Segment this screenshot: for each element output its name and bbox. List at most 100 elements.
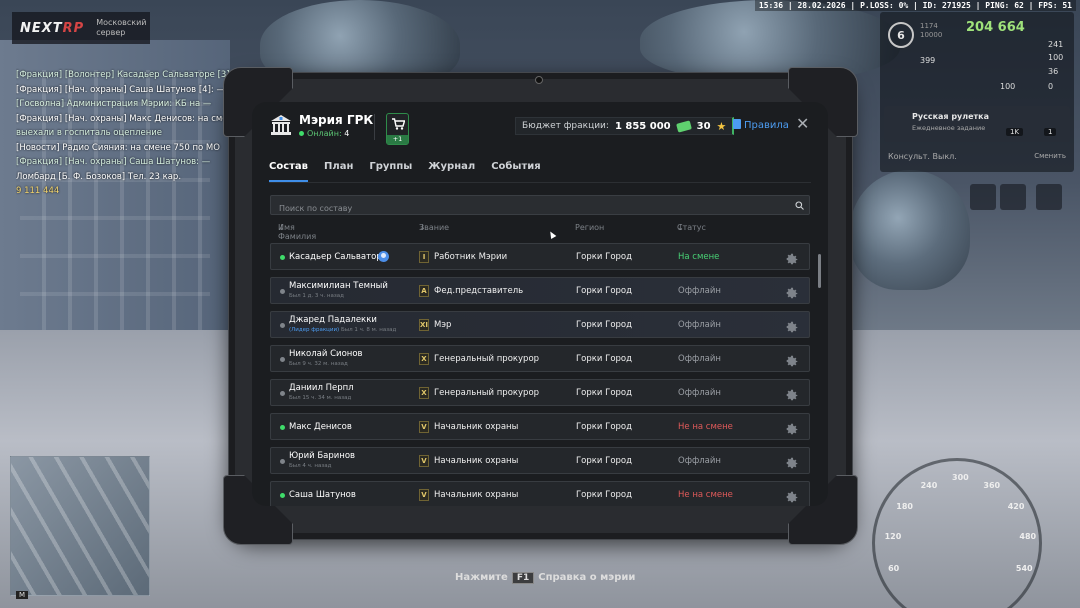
member-status: Оффлайн	[678, 354, 721, 364]
member-status: На смене	[678, 252, 720, 262]
gear-icon[interactable]	[785, 454, 799, 469]
gear-icon[interactable]	[785, 386, 799, 401]
gear-icon[interactable]	[785, 420, 799, 435]
divider	[374, 114, 375, 140]
table-row[interactable]: Максимилиан Темный Был 1 д. 3 ч. назад A Фе…	[270, 277, 810, 304]
money-value: 204 664	[966, 20, 1025, 35]
member-region: Горки Город	[576, 320, 632, 330]
star-icon: ★	[716, 119, 727, 133]
speed-tick-label: 300	[952, 473, 969, 482]
tab-1[interactable]: Состав	[269, 161, 309, 182]
table-row[interactable]: Джаред Падалекки (Лидер фракции) Был 1 ч.…	[270, 311, 810, 338]
chat-log: [Фракция] [Волонтер] Касадьер Сальваторе…	[16, 68, 231, 199]
budget-label: Бюджет фракции:	[522, 121, 609, 131]
gear-icon[interactable]	[785, 318, 799, 333]
member-region: Горки Город	[576, 354, 632, 364]
rank-insignia-icon: X	[419, 353, 429, 365]
rank-insignia-icon: V	[419, 455, 429, 467]
roulette-quest[interactable]: Русская рулетка Ежедневное задание 1K 1	[884, 106, 1070, 142]
cash-icon	[675, 119, 692, 133]
online-label: Онлайн:	[307, 129, 342, 138]
rank-insignia-icon: I	[419, 251, 429, 263]
gear-icon[interactable]	[785, 488, 799, 503]
server-name: Московский сервер	[96, 18, 147, 37]
speed-tick-label: 360	[983, 480, 1001, 490]
help-hint: Нажмите F1 Справка о мэрии	[455, 572, 635, 584]
speed-tick-label: 540	[1015, 564, 1033, 574]
status-dot-icon	[280, 391, 285, 396]
tablet-camera	[535, 76, 543, 84]
member-rank: Генеральный прокурор	[434, 388, 540, 398]
tab-3[interactable]: Группы	[369, 161, 412, 182]
online-count: 4	[344, 129, 350, 138]
member-region: Горки Город	[576, 456, 632, 466]
shop-button[interactable]: +1	[386, 113, 409, 145]
member-region: Горки Город	[576, 490, 632, 500]
status-dot-icon	[280, 323, 285, 328]
online-indicator: Онлайн: 4	[299, 129, 349, 138]
change-button[interactable]: Сменить	[1034, 152, 1066, 160]
hud-stats-panel: 6 1174 10000 204 664 241 100 36 399 100 0…	[880, 12, 1074, 172]
search-box	[270, 195, 810, 218]
table-row[interactable]: Николай Сионов Был 9 ч. 32 м. назад X Генер…	[270, 345, 810, 372]
brand-logo: NEXTRP	[20, 20, 85, 36]
chat-line: [Новости] Радио Сияния: на смене 750 по …	[16, 142, 220, 153]
stat-armor: 100	[1048, 53, 1064, 62]
member-name: Даниил Перпл	[289, 383, 354, 393]
tab-5[interactable]: События	[491, 161, 540, 182]
server-logo: NEXTRP Московский сервер	[12, 12, 150, 44]
member-region: Горки Город	[576, 252, 632, 262]
last-seen: Был 4 ч. назад	[289, 463, 332, 469]
member-rank: Работник Мэрии	[434, 252, 508, 262]
member-name: Максимилиан Темный	[289, 281, 388, 291]
member-name: Саша Шатунов	[289, 490, 356, 500]
notification-bell-icon[interactable]	[1036, 184, 1062, 210]
member-status: Оффлайн	[678, 456, 721, 466]
chat-line: [Фракция] [Нач. охраны] Макс Денисов: на…	[16, 113, 231, 124]
user-profile-icon[interactable]	[378, 251, 389, 262]
member-status: Оффлайн	[678, 320, 721, 330]
document-icon	[733, 119, 741, 129]
rank-insignia-icon: V	[419, 421, 429, 433]
rank-insignia-icon: A	[419, 285, 429, 297]
hud-quick-icon[interactable]	[970, 184, 996, 210]
scrollbar[interactable]	[818, 254, 821, 288]
table-row[interactable]: Юрий Баринов Был 4 ч. назад V Начальник охр…	[270, 447, 810, 474]
member-rank: Мэр	[434, 320, 452, 330]
members-table: Касадьер Сальваторе I Работник Мэрии Горки …	[270, 243, 810, 506]
speed-tick-label: 60	[888, 564, 900, 574]
table-row[interactable]: Макс Денисов V Начальник охраны Горки Город…	[270, 413, 810, 440]
rules-link[interactable]: Правила	[733, 119, 789, 131]
hint-text: Справка о мэрии	[538, 572, 636, 583]
faction-title: Мэрия ГРК	[299, 113, 374, 127]
rank-insignia-icon: V	[419, 489, 429, 501]
close-button[interactable]: ✕	[796, 116, 809, 132]
speed-tick-label: 120	[884, 532, 902, 542]
search-icon[interactable]	[795, 201, 804, 210]
faction-budget: Бюджет фракции: 1 855 000 30 ★	[515, 117, 735, 135]
minimap	[10, 456, 150, 596]
speed-tick-label: 240	[920, 480, 938, 490]
member-status: Не на смене	[678, 422, 733, 432]
member-name: Николай Сионов	[289, 349, 363, 359]
gear-icon[interactable]	[785, 284, 799, 299]
table-row[interactable]: Саша Шатунов V Начальник охраны Горки Город…	[270, 481, 810, 506]
consult-status: Консульт. Выкл.	[888, 152, 957, 161]
hud-quick-icon[interactable]	[1000, 184, 1026, 210]
member-status: Не на смене	[678, 490, 733, 500]
gear-icon[interactable]	[785, 250, 799, 265]
table-row[interactable]: Даниил Перпл Был 15 ч. 34 м. назад X Генера…	[270, 379, 810, 406]
chat-line: [Фракция] [Волонтер] Касадьер Сальваторе…	[16, 70, 231, 80]
background-tree	[850, 170, 970, 290]
tab-4[interactable]: Журнал	[428, 161, 475, 182]
roulette-badge: 1K	[1006, 128, 1024, 136]
table-header: Имя Фамилия ↓ Звание ↓ Регион Статус ↓	[278, 223, 706, 241]
roulette-badge: 1	[1044, 128, 1057, 136]
tab-2[interactable]: План	[324, 161, 353, 182]
table-row[interactable]: Касадьер Сальваторе I Работник Мэрии Горки …	[270, 243, 810, 270]
search-input[interactable]	[271, 199, 809, 218]
member-rank: Фед.представитель	[434, 286, 524, 296]
gear-icon[interactable]	[785, 352, 799, 367]
stars-amount: 30	[696, 120, 711, 132]
status-dot-icon	[280, 425, 285, 430]
